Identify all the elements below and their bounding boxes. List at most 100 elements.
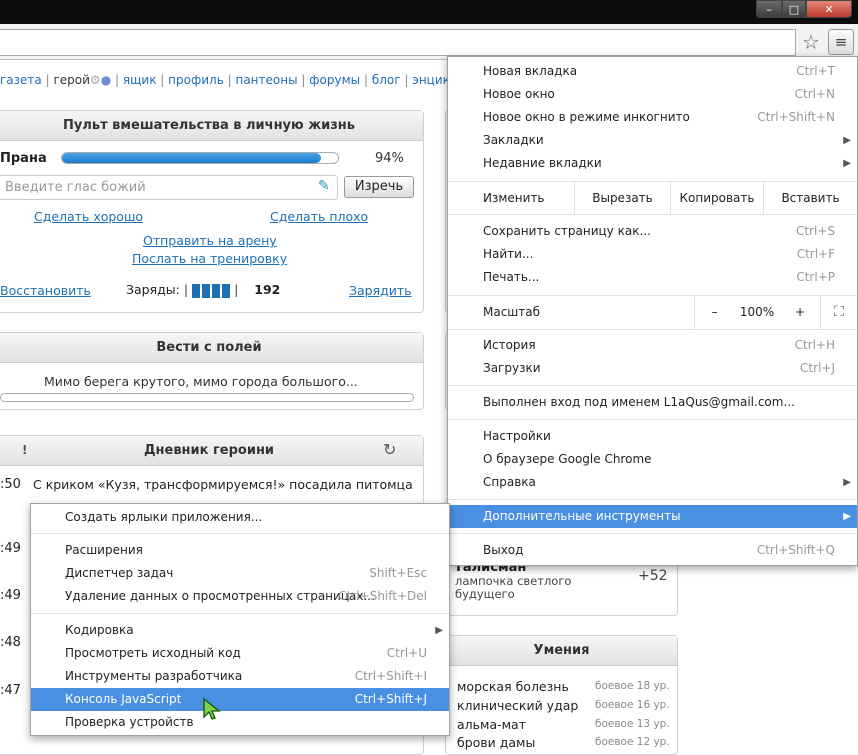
nav-blog[interactable]: блог <box>372 73 401 87</box>
mouse-cursor-icon <box>203 697 221 720</box>
refresh-icon[interactable]: ↻ <box>383 440 396 459</box>
nav-forums[interactable]: форумы <box>309 73 360 87</box>
submenu-arrow-icon: ▶ <box>843 158 851 169</box>
send-to-arena-link[interactable]: Отправить на арену <box>143 233 277 248</box>
nav-separator: | <box>115 73 120 87</box>
submenu-arrow-icon: ▶ <box>435 625 443 636</box>
zoom-out-button[interactable]: – <box>694 296 734 329</box>
submenu-inspect-devices[interactable]: Проверка устройств <box>31 711 449 734</box>
nav-pantheons[interactable]: пантеоны <box>235 73 297 87</box>
menu-item-label: Печать... <box>483 270 540 284</box>
do-good-link[interactable]: Сделать хорошо <box>34 209 143 224</box>
submenu-dev-tools[interactable]: Инструменты разработчика Ctrl+Shift+I <box>31 665 449 688</box>
nav-mailbox[interactable]: ящик <box>123 73 157 87</box>
menu-item-label: О браузере Google Chrome <box>483 452 652 466</box>
submenu-clear-data[interactable]: Удаление данных о просмотренных страница… <box>31 585 449 608</box>
menu-save-page[interactable]: Сохранить страницу как... Ctrl+S <box>448 220 857 243</box>
talisman-desc: лампочка светлого будущего <box>455 574 572 601</box>
voice-input[interactable]: Введите глас божий <box>0 175 338 200</box>
diary-time: :49 <box>0 588 21 603</box>
chrome-main-menu: Новая вкладка Ctrl+T Новое окно Ctrl+N Нов… <box>447 56 858 566</box>
menu-settings[interactable]: Настройки <box>448 425 857 448</box>
menu-history[interactable]: История Ctrl+H <box>448 334 857 357</box>
menu-shortcut: Ctrl+Shift+J <box>354 692 427 706</box>
copy-button[interactable]: Копировать <box>670 182 763 214</box>
news-progress-bar <box>0 393 414 402</box>
zoom-in-button[interactable]: + <box>780 296 820 329</box>
charge-link[interactable]: Зарядить <box>349 283 412 298</box>
paste-button[interactable]: Вставить <box>763 182 857 214</box>
menu-exit[interactable]: Выход Ctrl+Shift+Q <box>448 539 857 562</box>
menu-new-window[interactable]: Новое окно Ctrl+N <box>448 83 857 106</box>
menu-recent-tabs[interactable]: Недавние вкладки ▶ <box>448 152 857 175</box>
zoom-row: Масштаб – 100% + ⛶ <box>448 295 857 330</box>
nav-profile[interactable]: профиль <box>168 73 224 87</box>
menu-signed-in[interactable]: Выполнен вход под именем L1aQus@gmail.co… <box>448 391 857 414</box>
skill-name: морская болезнь <box>457 679 569 694</box>
chrome-menu-button[interactable]: ≡ <box>828 29 854 55</box>
menu-new-tab[interactable]: Новая вкладка Ctrl+T <box>448 60 857 83</box>
menu-item-label: Консоль JavaScript <box>65 692 182 706</box>
menu-help[interactable]: Справка ▶ <box>448 471 857 494</box>
restore-link[interactable]: Восстановить <box>0 283 91 298</box>
diary-time: :49 <box>0 541 21 556</box>
menu-item-label: Инструменты разработчика <box>65 669 243 683</box>
menu-incognito[interactable]: Новое окно в режиме инкогнито Ctrl+Shift+… <box>448 106 857 129</box>
submenu-js-console[interactable]: Консоль JavaScript Ctrl+Shift+J <box>31 688 449 711</box>
speak-button[interactable]: Изречь <box>344 176 414 198</box>
menu-shortcut: Ctrl+U <box>386 646 427 660</box>
skill-level: боевое 12 ур. <box>595 736 670 748</box>
menu-item-label: Найти... <box>483 247 534 261</box>
menu-item-label: Настройки <box>483 429 551 443</box>
hero-gear-icon: ⚙ <box>89 73 101 87</box>
pencil-icon[interactable]: ✎ <box>318 178 330 194</box>
minimize-button[interactable]: – <box>756 0 782 18</box>
cut-button[interactable]: Вырезать <box>574 182 670 214</box>
submenu-encoding[interactable]: Кодировка ▶ <box>31 619 449 642</box>
submenu-arrow-icon: ▶ <box>843 477 851 488</box>
menu-shortcut: Ctrl+J <box>800 361 835 375</box>
menu-separator <box>31 533 449 534</box>
nav-hero[interactable]: герой <box>53 73 89 87</box>
submenu-extensions[interactable]: Расширения <box>31 539 449 562</box>
close-button[interactable]: ✕ <box>806 0 852 18</box>
send-to-training-link[interactable]: Послать на тренировку <box>132 251 287 266</box>
skill-name: брови дамы <box>457 735 536 750</box>
menu-about[interactable]: О браузере Google Chrome <box>448 448 857 471</box>
diary-bang[interactable]: ! <box>22 443 27 457</box>
menu-shortcut: Ctrl+S <box>795 224 835 238</box>
address-bar[interactable] <box>0 29 796 56</box>
zoom-value: 100% <box>739 305 775 319</box>
menu-item-label: История <box>483 338 536 352</box>
maximize-button[interactable]: □ <box>782 0 806 18</box>
skill-level: боевое 16 ур. <box>595 699 670 711</box>
menu-item-label: Удаление данных о просмотренных страница… <box>65 589 375 603</box>
submenu-view-source[interactable]: Просмотреть исходный код Ctrl+U <box>31 642 449 665</box>
menu-shortcut: Ctrl+F <box>796 247 835 261</box>
menu-print[interactable]: Печать... Ctrl+P <box>448 266 857 289</box>
bookmark-star-icon[interactable]: ☆ <box>800 30 822 54</box>
menu-shortcut: Ctrl+Shift+I <box>354 669 427 683</box>
menu-bookmarks[interactable]: Закладки ▶ <box>448 129 857 152</box>
submenu-create-shortcuts[interactable]: Создать ярлыки приложения... <box>31 506 449 529</box>
news-text: Мимо берега крутого, мимо города большог… <box>44 374 358 389</box>
nav-newspaper[interactable]: газета <box>0 73 42 87</box>
menu-item-label: Дополнительные инструменты <box>483 509 681 523</box>
submenu-task-manager[interactable]: Диспетчер задач Shift+Esc <box>31 562 449 585</box>
diary-title: Дневник героини <box>0 436 423 466</box>
menu-separator <box>448 385 857 386</box>
menu-shortcut: Ctrl+P <box>796 270 835 284</box>
menu-find[interactable]: Найти... Ctrl+F <box>448 243 857 266</box>
menu-more-tools[interactable]: Дополнительные инструменты ▶ <box>448 505 857 528</box>
fullscreen-icon[interactable]: ⛶ <box>820 296 857 329</box>
charges-row: Заряды: | | 192 <box>126 282 280 298</box>
menu-shortcut: Ctrl+N <box>794 87 835 101</box>
charges-count: 192 <box>254 282 281 297</box>
news-title: Вести с полей <box>0 333 423 363</box>
do-bad-link[interactable]: Сделать плохо <box>270 209 368 224</box>
nav-separator: | <box>404 73 409 87</box>
prana-percent: 94% <box>375 151 404 166</box>
menu-separator <box>448 533 857 534</box>
menu-item-label: Недавние вкладки <box>483 156 602 170</box>
menu-downloads[interactable]: Загрузки Ctrl+J <box>448 357 857 380</box>
